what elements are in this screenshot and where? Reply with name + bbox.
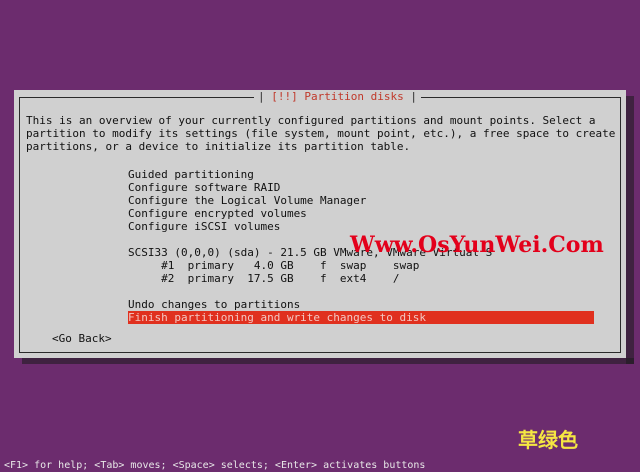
partition-menu: Guided partitioning Configure software R… [128, 168, 594, 324]
title-alert: [!!] [271, 90, 298, 103]
menu-item-configure-lvm[interactable]: Configure the Logical Volume Manager [128, 194, 594, 207]
title-text: Partition disks [304, 90, 404, 103]
intro-text: This is an overview of your currently co… [26, 114, 616, 153]
menu-item-partition-1[interactable]: #1 primary 4.0 GB f swap swap [128, 259, 594, 272]
help-footer: <F1> for help; <Tab> moves; <Space> sele… [4, 460, 426, 471]
go-back-button[interactable]: <Go Back> [52, 332, 112, 345]
dialog-shadow-right [626, 96, 634, 364]
intro-line: partition to modify its settings (file s… [26, 127, 616, 140]
menu-item-undo-changes[interactable]: Undo changes to partitions [128, 298, 594, 311]
menu-item-finish-partitioning[interactable]: Finish partitioning and write changes to… [128, 311, 594, 324]
menu-spacer [128, 285, 594, 298]
title-left-bracket: | [258, 90, 272, 103]
intro-line: partitions, or a device to initialize it… [26, 140, 411, 153]
partition-disks-dialog: | [!!] Partition disks | This is an over… [14, 90, 626, 358]
menu-item-disk-sda[interactable]: SCSI33 (0,0,0) (sda) - 21.5 GB VMware, V… [128, 246, 594, 259]
menu-item-guided-partitioning[interactable]: Guided partitioning [128, 168, 594, 181]
dialog-title: | [!!] Partition disks | [254, 90, 421, 104]
menu-spacer [128, 233, 594, 246]
intro-line: This is an overview of your currently co… [26, 114, 596, 127]
title-right-bracket: | [403, 90, 417, 103]
stamp-text: 草绿色 [518, 428, 578, 452]
menu-item-configure-software-raid[interactable]: Configure software RAID [128, 181, 594, 194]
dialog-shadow-bottom [22, 358, 634, 364]
menu-item-partition-2[interactable]: #2 primary 17.5 GB f ext4 / [128, 272, 594, 285]
menu-item-configure-encrypted-volumes[interactable]: Configure encrypted volumes [128, 207, 594, 220]
menu-item-configure-iscsi-volumes[interactable]: Configure iSCSI volumes [128, 220, 594, 233]
